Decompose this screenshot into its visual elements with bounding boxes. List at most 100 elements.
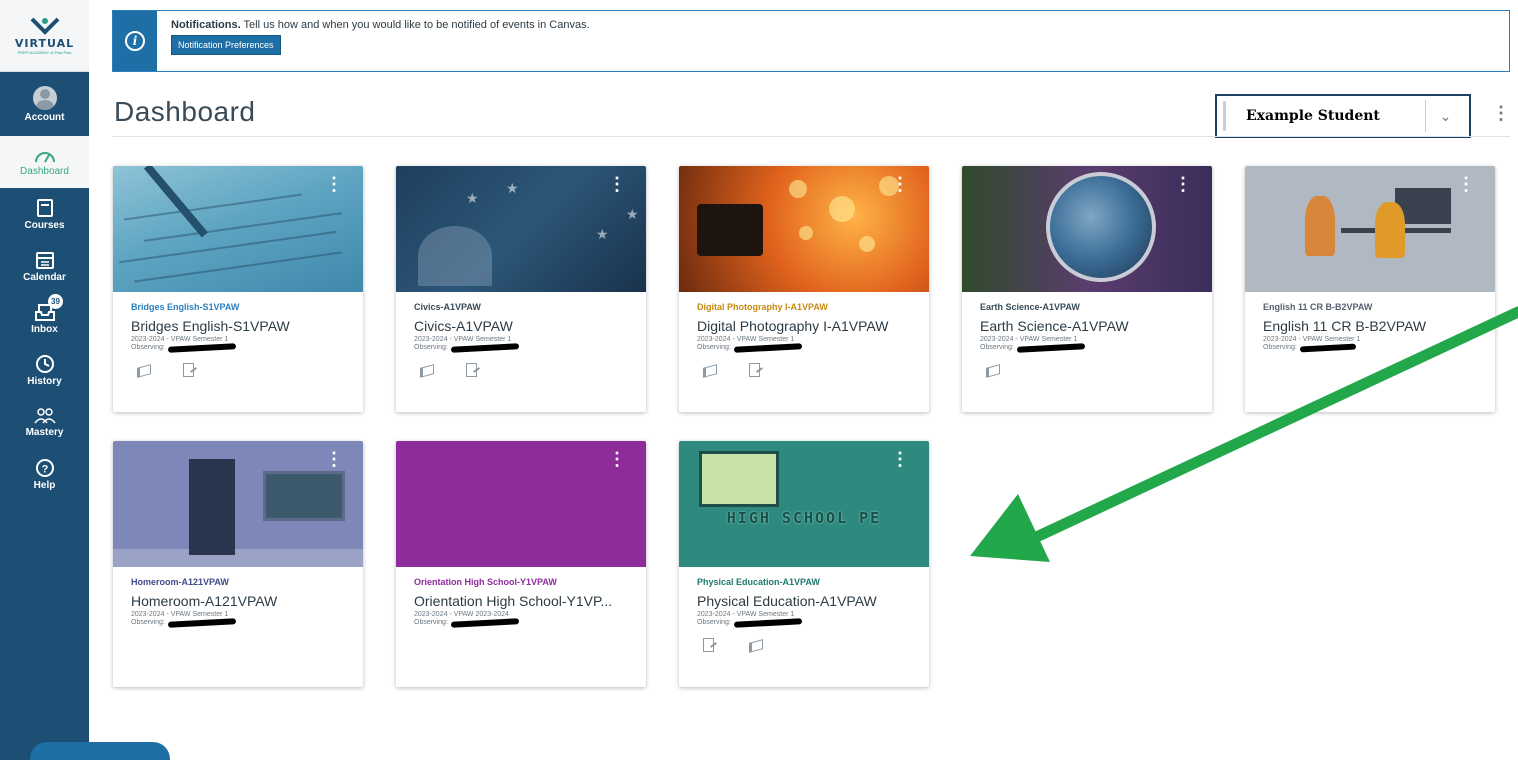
course-term: 2023-2024 - VPAW Semester 1 (697, 611, 795, 618)
course-card-physical-education[interactable]: HIGH SCHOOL PE ⋮ Physical Education-A1VP… (679, 441, 929, 687)
announcements-megaphone-icon[interactable] (418, 363, 434, 377)
observing-line: Observing: (414, 342, 628, 353)
observing-line: Observing: (697, 342, 911, 353)
page-title: Dashboard (114, 96, 256, 127)
announcements-megaphone-icon[interactable] (135, 363, 151, 377)
pe-hero-text: HIGH SCHOOL PE (726, 509, 882, 527)
mastery-icon (33, 407, 56, 423)
chevron-down-icon[interactable]: ⌄ (1425, 100, 1465, 132)
courses-icon (36, 198, 53, 217)
nav-courses[interactable]: Courses (0, 188, 89, 240)
card-hero-image: ⋮ (962, 166, 1212, 292)
logo-chevron-icon (30, 17, 60, 35)
banner-icon-box: i (113, 11, 157, 71)
observing-line: Observing: (1263, 343, 1477, 352)
logo-word: VIRTUAL (14, 36, 75, 50)
course-short-name[interactable]: Digital Photography I-A1VPAW (697, 302, 911, 312)
logo-subtitle: PREP ACADEMY of Paw Paw (17, 49, 72, 55)
card-options-kebab-icon[interactable]: ⋮ (608, 450, 626, 468)
assignments-icon[interactable] (181, 363, 197, 377)
assignments-icon[interactable] (464, 363, 480, 377)
course-card-homeroom[interactable]: ⋮ Homeroom-A121VPAW Homeroom-A121VPAW 2023… (113, 441, 363, 687)
assignments-icon[interactable] (747, 363, 763, 377)
card-options-kebab-icon[interactable]: ⋮ (891, 175, 909, 193)
nav-dashboard[interactable]: Dashboard (0, 136, 89, 188)
card-options-kebab-icon[interactable]: ⋮ (1457, 175, 1475, 193)
nav-mastery[interactable]: Mastery (0, 396, 89, 448)
card-options-kebab-icon[interactable]: ⋮ (325, 175, 343, 193)
course-short-name[interactable]: English 11 CR B-B2VPAW (1263, 302, 1477, 312)
nav-help[interactable]: ? Help (0, 448, 89, 500)
pen-illustration (143, 166, 208, 238)
announcements-megaphone-icon[interactable] (747, 638, 763, 652)
course-short-name[interactable]: Civics-A1VPAW (414, 302, 628, 312)
nav-calendar-label: Calendar (23, 271, 66, 283)
capitol-dome-illustration (418, 226, 492, 286)
observing-line: Observing: (131, 342, 345, 353)
course-short-name[interactable]: Earth Science-A1VPAW (980, 302, 1194, 312)
nav-help-label: Help (33, 479, 56, 491)
clock-icon (35, 354, 54, 373)
course-short-name[interactable]: Homeroom-A121VPAW (131, 577, 345, 587)
assignments-icon[interactable] (701, 638, 717, 652)
card-body: Bridges English-S1VPAW Bridges English-S1… (113, 292, 363, 377)
redacted-student-name (450, 617, 519, 628)
course-card-earth-science[interactable]: ⋮ Earth Science-A1VPAW Earth Science-A1VP… (962, 166, 1212, 412)
chalkboard-illustration (263, 471, 345, 521)
card-hero-image: ⋮ (113, 166, 363, 292)
redacted-student-name (450, 342, 519, 353)
info-icon: i (125, 31, 145, 51)
observing-label: Observing: (697, 344, 731, 351)
school-logo[interactable]: VIRTUAL PREP ACADEMY of Paw Paw (0, 0, 89, 72)
card-action-icons (697, 638, 911, 652)
course-short-name[interactable]: Orientation High School-Y1VPAW (414, 577, 628, 587)
redacted-student-name (1299, 343, 1356, 352)
nav-account[interactable]: Account (0, 72, 89, 136)
course-card-bridges-english[interactable]: ⋮ Bridges English-S1VPAW Bridges English-… (113, 166, 363, 412)
course-short-name[interactable]: Physical Education-A1VPAW (697, 577, 911, 587)
course-name: Digital Photography I-A1VPAW (697, 318, 889, 334)
redacted-student-name (167, 342, 236, 353)
welcome-board-illustration (699, 451, 779, 507)
nav-history[interactable]: History (0, 344, 89, 396)
help-icon: ? (35, 458, 54, 477)
student-select[interactable]: Example Student ⌄ (1215, 94, 1471, 138)
card-options-kebab-icon[interactable]: ⋮ (891, 450, 909, 468)
course-card-english-11[interactable]: ⋮ English 11 CR B-B2VPAW English 11 CR B-… (1245, 166, 1495, 412)
avatar (32, 85, 57, 110)
card-body: Homeroom-A121VPAW Homeroom-A121VPAW 2023-2… (113, 567, 363, 628)
banner-title: Notifications. (171, 19, 241, 31)
course-card-orientation[interactable]: ⋮ Orientation High School-Y1VPAW Orientat… (396, 441, 646, 687)
canvas-app: VIRTUAL PREP ACADEMY of Paw Paw Account … (0, 0, 1518, 760)
announcements-megaphone-icon[interactable] (984, 363, 1000, 377)
course-card-civics[interactable]: ★ ★ ★ ★ ⋮ Civics-A1VPAW Civics-A1VPAW 2023… (396, 166, 646, 412)
card-body: English 11 CR B-B2VPAW English 11 CR B-B2… (1245, 292, 1495, 352)
card-hero-image: ⋮ (679, 166, 929, 292)
announcements-megaphone-icon[interactable] (701, 363, 717, 377)
course-term: 2023-2024 - VPAW Semester 1 (414, 336, 512, 343)
observing-label: Observing: (131, 619, 165, 626)
card-options-kebab-icon[interactable]: ⋮ (608, 175, 626, 193)
banner-body: Notifications. Tell us how and when you … (157, 11, 604, 71)
card-hero-image: ⋮ (1245, 166, 1495, 292)
notification-preferences-button[interactable]: Notification Preferences (171, 35, 281, 55)
nav-calendar[interactable]: Calendar (0, 240, 89, 292)
card-hero-image: HIGH SCHOOL PE ⋮ (679, 441, 929, 567)
collapse-nav-pill[interactable] (30, 742, 170, 760)
course-term: 2023-2024 - VPAW Semester 1 (697, 336, 795, 343)
select-focus-bar (1223, 101, 1226, 131)
card-options-kebab-icon[interactable]: ⋮ (325, 450, 343, 468)
course-term: 2023-2024 - VPAW Semester 1 (980, 336, 1078, 343)
nav-inbox[interactable]: 39 Inbox (0, 292, 89, 344)
card-options-kebab-icon[interactable]: ⋮ (1174, 175, 1192, 193)
dashboard-options-kebab-icon[interactable]: ⋮ (1492, 103, 1510, 124)
course-name: Physical Education-A1VPAW (697, 593, 877, 609)
course-card-digital-photography[interactable]: ⋮ Digital Photography I-A1VPAW Digital Ph… (679, 166, 929, 412)
course-short-name[interactable]: Bridges English-S1VPAW (131, 302, 345, 312)
card-body: Orientation High School-Y1VPAW Orientatio… (396, 567, 646, 628)
course-term: 2023-2024 - VPAW Semester 1 (131, 611, 229, 618)
header-divider (112, 136, 1510, 137)
card-body: Digital Photography I-A1VPAW Digital Phot… (679, 292, 929, 377)
observing-label: Observing: (131, 344, 165, 351)
course-name: Bridges English-S1VPAW (131, 318, 290, 334)
